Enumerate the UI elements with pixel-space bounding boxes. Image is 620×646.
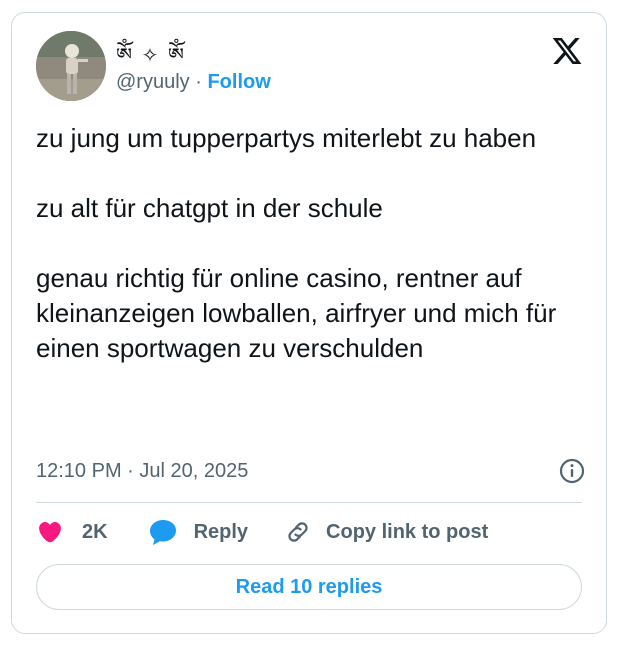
handle-row: @ryuuly · Follow: [116, 71, 271, 94]
handle[interactable]: @ryuuly: [116, 71, 190, 93]
action-bar: 2K Reply Copy link to post: [36, 516, 488, 548]
read-replies-button[interactable]: Read 10 replies: [36, 564, 582, 610]
copy-link-label: Copy link to post: [326, 520, 489, 543]
info-icon[interactable]: [558, 457, 586, 485]
copy-link-button[interactable]: Copy link to post: [284, 518, 488, 546]
link-icon: [288, 522, 308, 542]
like-button[interactable]: 2K: [36, 519, 108, 545]
divider: [36, 502, 582, 503]
speech-bubble-icon: [149, 520, 176, 545]
heart-icon: [39, 521, 61, 543]
separator-dot: ·: [195, 71, 202, 93]
avatar-image: [36, 31, 106, 101]
avatar[interactable]: [36, 31, 106, 101]
timestamp[interactable]: 12:10 PM · Jul 20, 2025: [36, 460, 248, 483]
reply-label: Reply: [193, 520, 249, 543]
tweet-card: ༀ ✧ ༀ @ryuuly · Follow zu jung um tupper…: [11, 12, 607, 634]
read-replies-label: Read 10 replies: [235, 575, 383, 598]
like-count: 2K: [82, 520, 108, 543]
follow-button[interactable]: Follow: [207, 71, 270, 93]
x-logo-icon[interactable]: [550, 35, 584, 67]
reply-button[interactable]: Reply: [148, 518, 248, 546]
tweet-text: zu jung um tupperpartys miterlebt zu hab…: [36, 123, 557, 363]
